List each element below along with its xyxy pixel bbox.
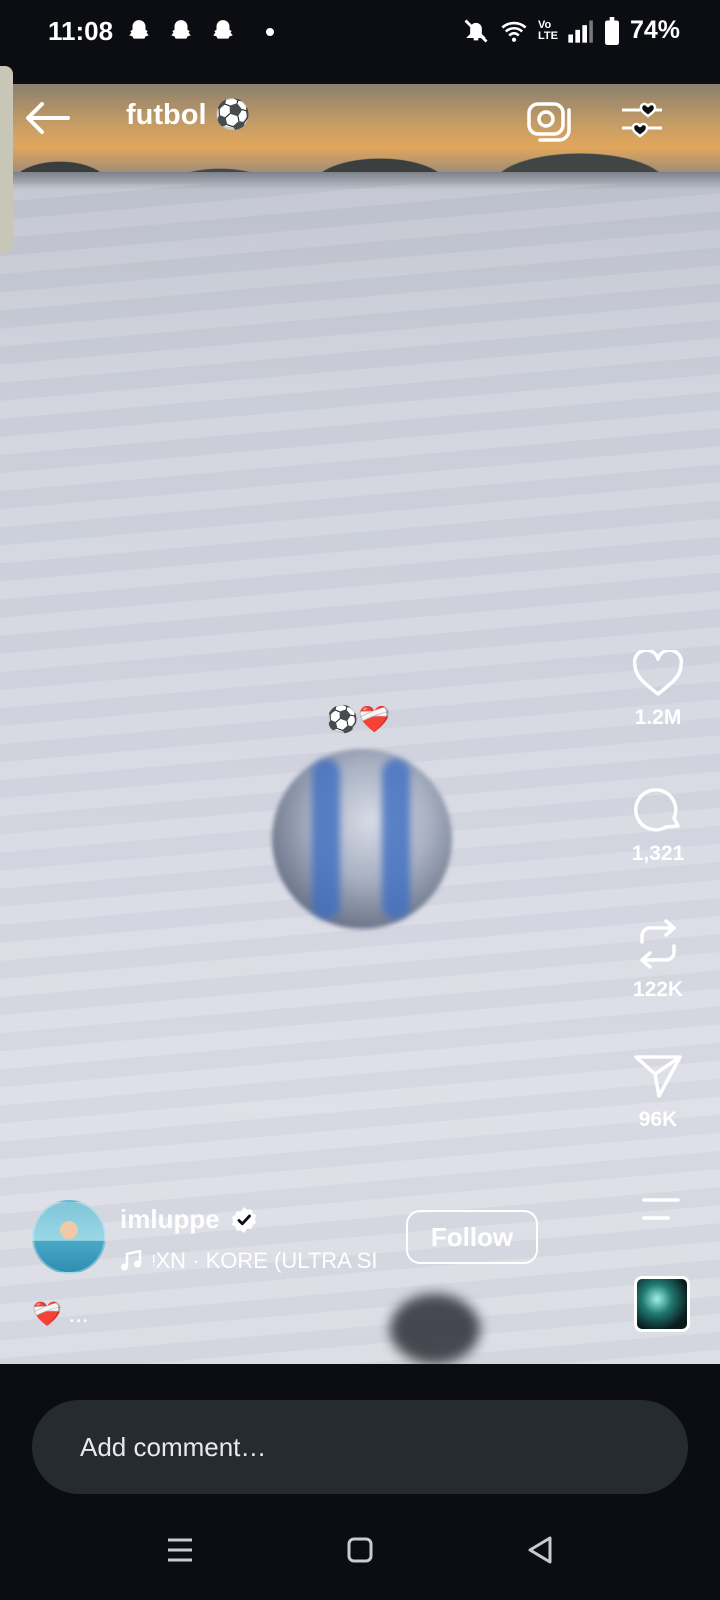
music-note-icon <box>121 1250 142 1271</box>
repost-action[interactable]: 122K <box>608 918 708 1002</box>
heart-filter-icon[interactable] <box>618 96 666 142</box>
wifi-icon <box>501 21 527 42</box>
heart-icon[interactable] <box>632 650 684 698</box>
video-overlay-text: ⚽❤️‍🩹 <box>326 704 391 734</box>
share-count: 96K <box>638 1108 678 1131</box>
page-title: futbol ⚽ <box>126 99 251 131</box>
more-menu-icon[interactable] <box>640 1196 682 1224</box>
verified-badge-icon <box>231 1206 256 1233</box>
soccer-ball <box>272 749 452 929</box>
home-icon[interactable] <box>340 1530 380 1570</box>
share-action[interactable]: 96K <box>608 1052 708 1132</box>
like-count: 1.2M <box>634 706 682 729</box>
snapchat-icon <box>129 20 149 39</box>
battery-icon <box>604 16 619 45</box>
edge-panel-handle[interactable] <box>0 66 13 254</box>
status-bar: 11:08 Vo LTE 74% <box>0 0 720 84</box>
audio-thumbnail[interactable] <box>634 1276 690 1332</box>
back-arrow-icon[interactable] <box>24 100 72 136</box>
notification-dot <box>266 28 274 36</box>
volte-label: Vo LTE <box>537 18 558 42</box>
avatar[interactable] <box>32 1200 106 1274</box>
username[interactable]: imluppe <box>120 1204 220 1235</box>
mute-icon <box>464 19 488 42</box>
snapchat-icon <box>213 20 233 39</box>
snapchat-icon <box>171 20 191 39</box>
signal-icon <box>568 20 593 43</box>
song-title: ᵎXN · KORE (ULTRA SI <box>152 1248 378 1273</box>
video-shadow <box>390 1294 480 1364</box>
song-row[interactable]: ᵎXN · KORE (ULTRA SI <box>120 1248 386 1274</box>
follow-button[interactable]: Follow <box>406 1210 538 1264</box>
camera-icon[interactable] <box>526 96 572 142</box>
repost-icon[interactable] <box>634 918 682 970</box>
back-nav-icon[interactable] <box>520 1530 560 1570</box>
status-time: 11:08 <box>48 16 114 46</box>
status-right-group: Vo LTE 74% <box>462 16 680 45</box>
send-icon[interactable] <box>633 1052 683 1100</box>
comment-icon[interactable] <box>633 786 683 834</box>
battery-percent: 74% <box>629 16 680 44</box>
like-action[interactable]: 1.2M <box>608 650 708 730</box>
comment-action[interactable]: 1,321 <box>608 786 708 866</box>
caption[interactable]: ❤️‍🩹 ... <box>32 1300 89 1329</box>
recent-apps-icon[interactable] <box>160 1530 200 1570</box>
comment-count: 1,321 <box>631 842 685 865</box>
repost-count: 122K <box>632 978 684 1001</box>
username-row[interactable]: imluppe <box>120 1204 258 1235</box>
comment-input[interactable]: Add comment… <box>32 1400 688 1494</box>
